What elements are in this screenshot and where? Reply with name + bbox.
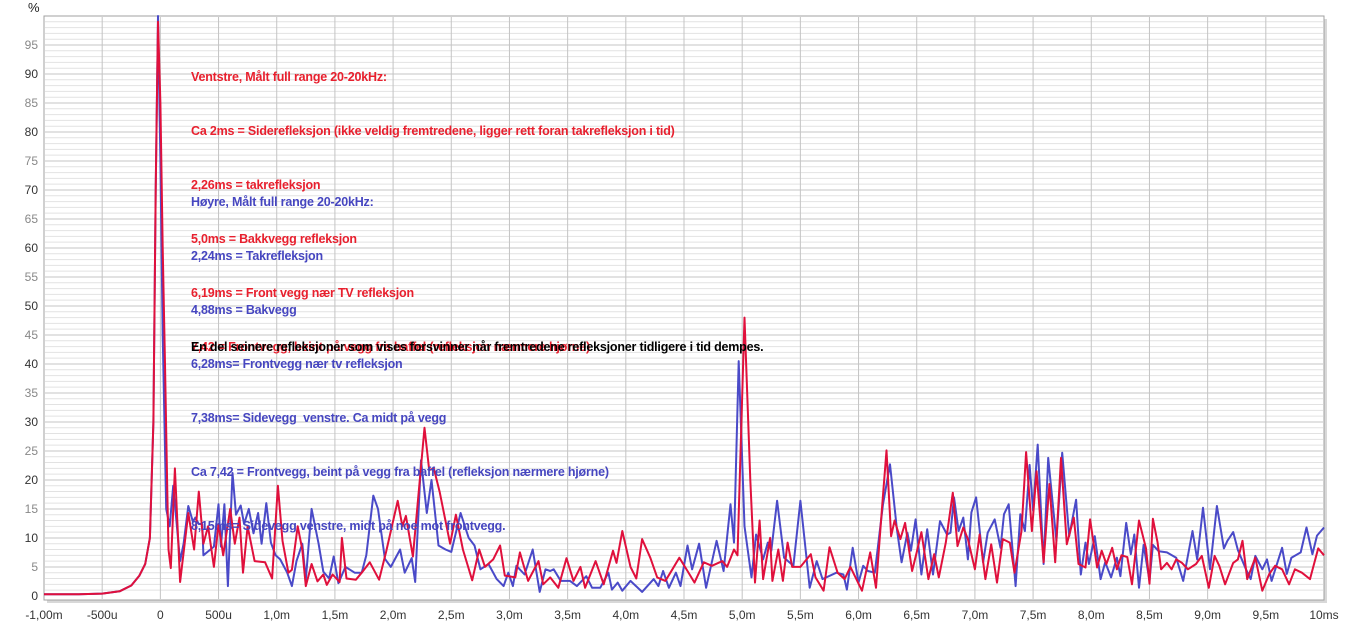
y-tick-label: 80 — [25, 125, 39, 139]
y-tick-label: 75 — [25, 154, 39, 168]
x-tick-label: 4,5m — [671, 608, 698, 622]
x-tick-label: 0 — [157, 608, 164, 622]
y-tick-label: 50 — [25, 299, 39, 313]
y-tick-label: 25 — [25, 444, 39, 458]
x-tick-label: 6,0m — [845, 608, 872, 622]
x-tick-label: 6,5m — [903, 608, 930, 622]
y-tick-label: 65 — [25, 212, 39, 226]
y-tick-label: 0 — [31, 589, 38, 603]
y-tick-label: 15 — [25, 502, 39, 516]
x-tick-label: 2,0m — [380, 608, 407, 622]
x-tick-label: 7,5m — [1020, 608, 1047, 622]
y-tick-label: 45 — [25, 328, 39, 342]
x-tick-label: -1,00m — [25, 608, 62, 622]
y-tick-label: 90 — [25, 67, 39, 81]
y-tick-label: 40 — [25, 357, 39, 371]
x-tick-label: 8,0m — [1078, 608, 1105, 622]
x-tick-label: 9,5m — [1252, 608, 1279, 622]
x-tick-label: 4,0m — [612, 608, 639, 622]
y-tick-label: 35 — [25, 386, 39, 400]
x-tick-label: -500u — [87, 608, 118, 622]
x-tick-label: 3,5m — [554, 608, 581, 622]
x-axis-ticks: -1,00m -500u 0 500u 1,0m 1,5m 2,0m 2,5m 3,0m 3,5m… — [25, 608, 1338, 622]
y-tick-label: 60 — [25, 241, 39, 255]
y-tick-label: 55 — [25, 270, 39, 284]
y-tick-label: 70 — [25, 183, 39, 197]
y-axis-ticks: 0 5 10 15 20 25 30 35 40 45 50 55 60 65 70 75 80 85 90 95 — [25, 38, 39, 603]
x-tick-label: 500u — [205, 608, 232, 622]
annotation-line: Ventstre, Målt full range 20-20kHz: — [191, 70, 387, 84]
y-tick-label: 30 — [25, 415, 39, 429]
y-axis-unit-label: % — [28, 0, 40, 15]
y-tick-label: 95 — [25, 38, 39, 52]
y-tick-label: 85 — [25, 96, 39, 110]
x-tick-label: 2,5m — [438, 608, 465, 622]
annotation-line: 7,38ms= Sidevegg venstre. Ca midt på veg… — [191, 411, 447, 425]
annotation-line: En del seinere refleksjoner som vises fo… — [191, 340, 764, 354]
x-tick-label: 3,0m — [496, 608, 523, 622]
annotation-line: 8,15ms= Sidevegg venstre, midt på noe mo… — [191, 519, 506, 533]
annotation-line: 2,24ms = Takrefleksjon — [191, 249, 323, 263]
x-tick-label: 7,0m — [962, 608, 989, 622]
y-tick-label: 20 — [25, 473, 39, 487]
y-tick-label: 5 — [31, 560, 38, 574]
annotation-note: En del seinere refleksjoner som vises fo… — [191, 302, 764, 374]
x-tick-label: 8,5m — [1136, 608, 1163, 622]
x-tick-label: 1,0m — [263, 608, 290, 622]
x-tick-label: 5,0m — [729, 608, 756, 622]
annotation-line: Ca 2ms = Siderefleksjon (ikke veldig fre… — [191, 124, 675, 138]
x-tick-label: 10ms — [1309, 608, 1338, 622]
x-tick-label: 9,0m — [1194, 608, 1221, 622]
y-tick-label: 10 — [25, 531, 39, 545]
x-tick-label: 1,5m — [322, 608, 349, 622]
x-tick-label: 5,5m — [787, 608, 814, 622]
annotation-line: Høyre, Målt full range 20-20kHz: — [191, 195, 374, 209]
annotation-line: Ca 7,42 = Frontvegg, beint på vegg fra b… — [191, 465, 609, 479]
